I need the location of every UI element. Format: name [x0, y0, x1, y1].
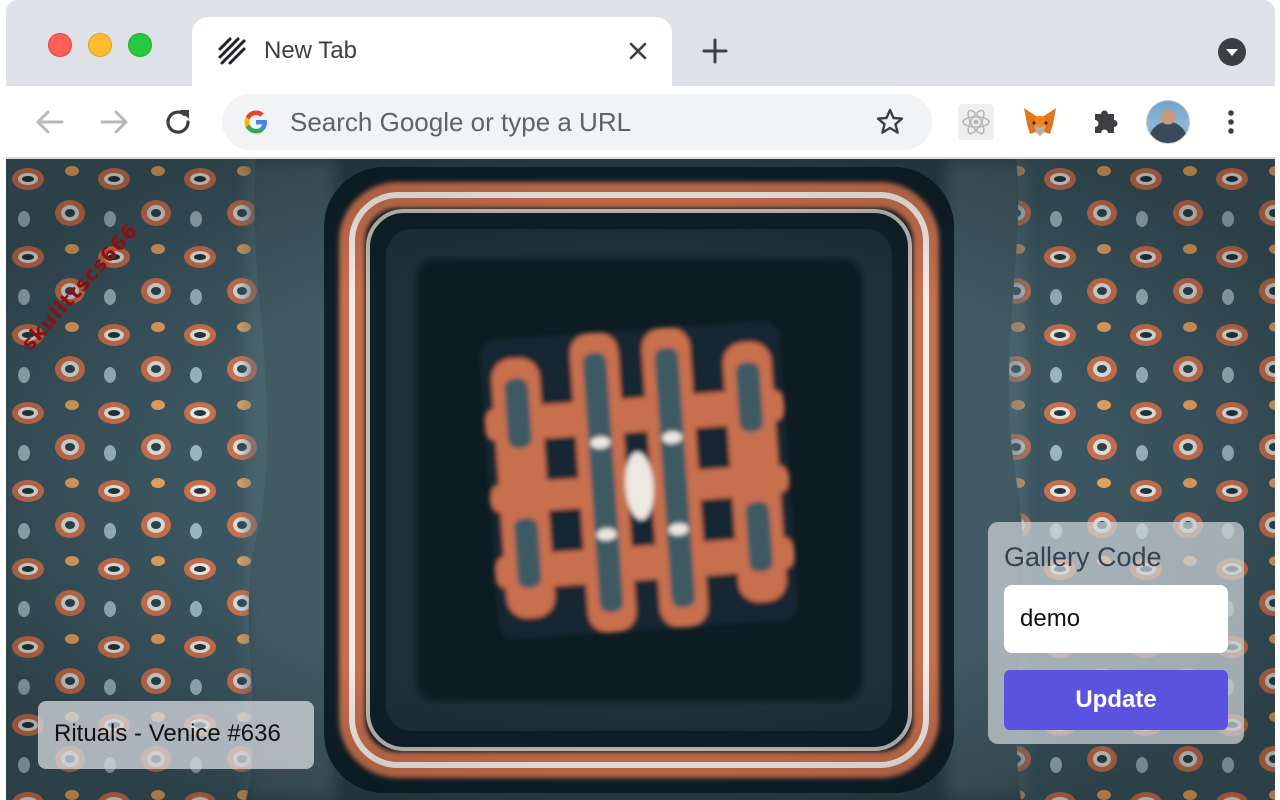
bookmark-star-icon[interactable]: [874, 106, 906, 138]
chevron-down-icon: [1226, 49, 1238, 56]
close-window-button[interactable]: [48, 33, 72, 57]
update-button[interactable]: Update: [1004, 670, 1228, 730]
gallery-code-input[interactable]: [1004, 585, 1228, 653]
react-devtools-extension-icon[interactable]: [956, 102, 996, 142]
tab-strip: New Tab: [6, 0, 1275, 86]
extensions-puzzle-icon[interactable]: [1086, 102, 1126, 142]
more-vertical-icon[interactable]: [1220, 104, 1242, 140]
close-tab-icon[interactable]: [626, 39, 650, 63]
browser-window: New Tab Search Google or type a URL skul…: [6, 0, 1275, 800]
artwork-caption: Rituals - Venice #636: [38, 701, 314, 769]
tab-new-tab[interactable]: New Tab: [192, 17, 672, 86]
minimize-window-button[interactable]: [88, 33, 112, 57]
profile-avatar[interactable]: [1146, 100, 1190, 144]
browser-toolbar: [6, 86, 1275, 158]
omnibox-input[interactable]: [290, 102, 870, 142]
google-g-icon: [244, 110, 267, 134]
tab-search-button[interactable]: [1218, 38, 1246, 66]
gallery-code-label: Gallery Code: [1004, 542, 1162, 572]
back-arrow-icon[interactable]: [32, 104, 68, 140]
gallery-code-panel: Gallery Code Update: [988, 522, 1244, 744]
reload-icon[interactable]: [160, 104, 196, 140]
new-tab-favicon-icon: [218, 37, 246, 65]
maximize-window-button[interactable]: [128, 33, 152, 57]
address-bar[interactable]: [222, 94, 932, 150]
forward-arrow-icon[interactable]: [96, 104, 132, 140]
metamask-fox-icon[interactable]: [1020, 102, 1060, 142]
page-content: skullttscs666 Rituals - Venice #636 Gall…: [6, 159, 1275, 800]
new-tab-plus-icon[interactable]: [700, 36, 730, 66]
tab-title: New Tab: [264, 37, 357, 64]
